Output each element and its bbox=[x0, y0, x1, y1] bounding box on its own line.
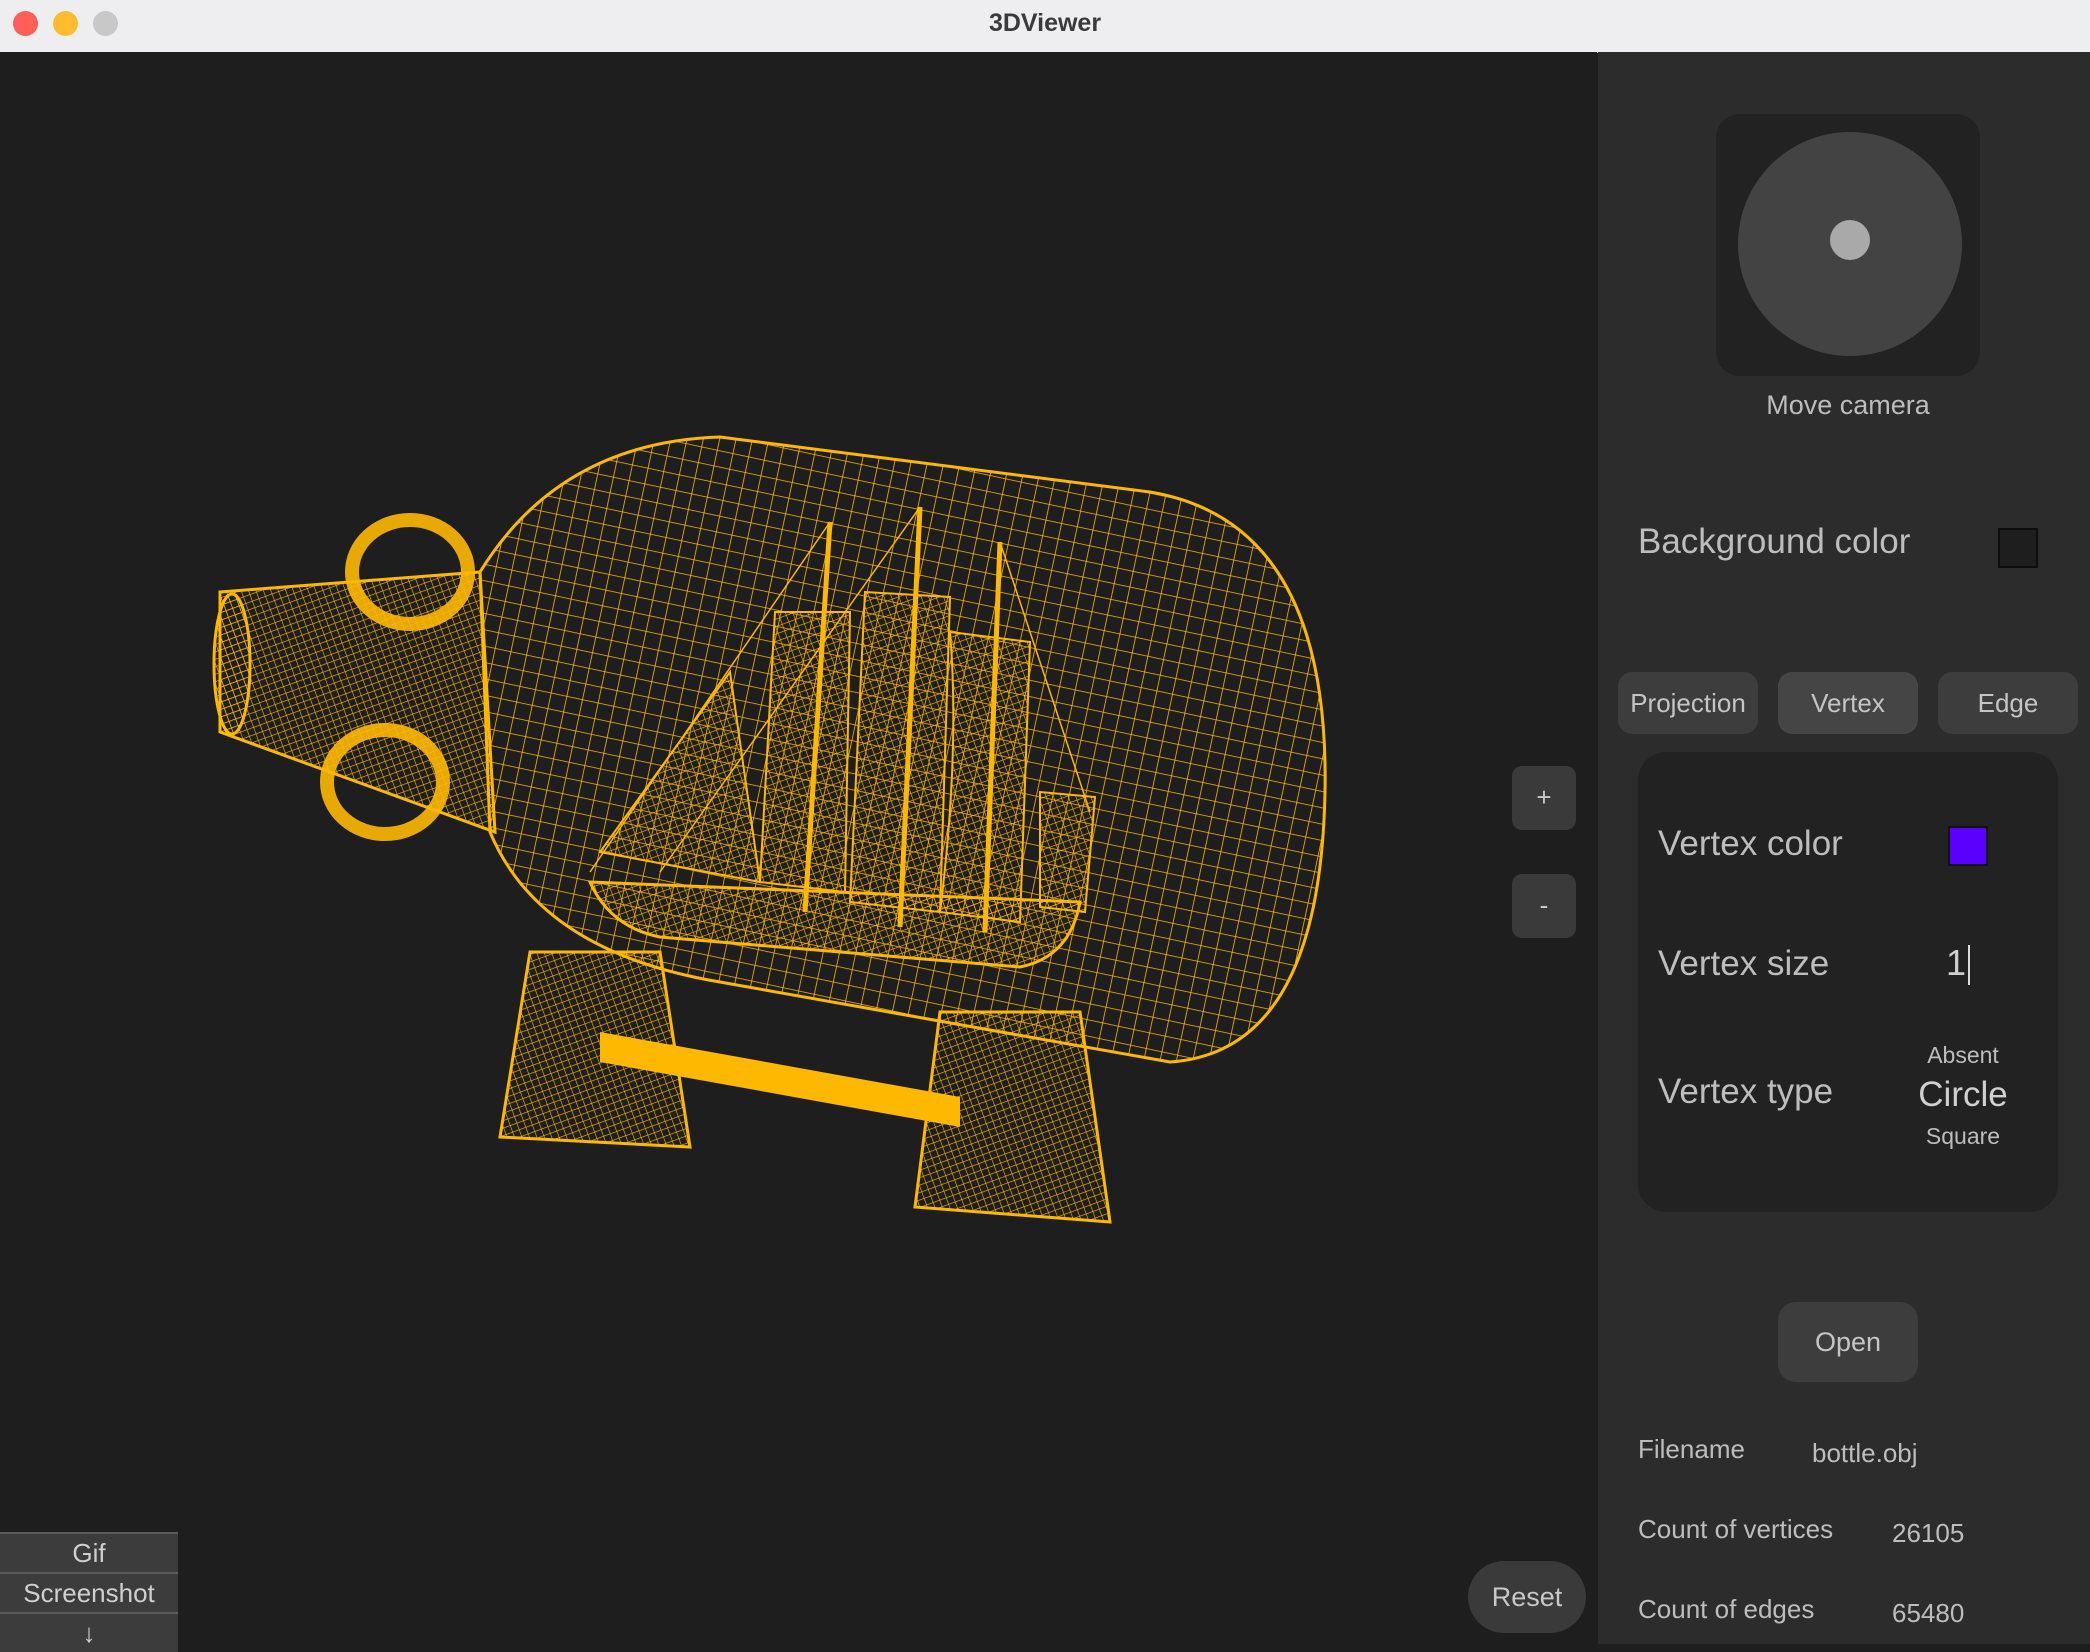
joystick-base bbox=[1738, 132, 1962, 356]
tab-edge[interactable]: Edge bbox=[1938, 672, 2078, 734]
edges-count-value: 65480 bbox=[1892, 1598, 1965, 1628]
ship-rigging bbox=[1039, 790, 1097, 914]
title-bar: 3DViewer bbox=[0, 0, 2090, 53]
vertex-color-label: Vertex color bbox=[1658, 824, 1843, 863]
model-viewport[interactable]: + - bbox=[0, 52, 1597, 1644]
vertices-count-value: 26105 bbox=[1892, 1518, 1965, 1548]
wireframe-model bbox=[212, 435, 1327, 1224]
vertices-count-label: Count of vertices bbox=[1638, 1514, 1834, 1544]
filename-value: bottle.obj bbox=[1812, 1438, 1918, 1468]
gif-button[interactable]: Gif bbox=[0, 1532, 178, 1572]
vertex-type-option-absent[interactable]: Absent bbox=[1888, 1042, 2038, 1069]
joystick-knob[interactable] bbox=[1830, 220, 1870, 260]
vertex-size-label: Vertex size bbox=[1658, 944, 1830, 983]
settings-sidebar: Move camera Background color Projection … bbox=[1598, 52, 2090, 1644]
ship-sails bbox=[758, 611, 852, 894]
vertex-size-input[interactable]: 1 bbox=[1946, 942, 1971, 986]
open-file-button[interactable]: Open bbox=[1778, 1302, 1918, 1382]
vertex-type-picker[interactable]: Absent Circle Square bbox=[1888, 1042, 2038, 1150]
window-title: 3DViewer bbox=[988, 9, 1102, 37]
screenshot-button[interactable]: Screenshot bbox=[0, 1572, 178, 1612]
vertex-type-option-square[interactable]: Square bbox=[1888, 1123, 2038, 1150]
ship-sails bbox=[938, 630, 1032, 924]
vertex-size-value: 1 bbox=[1946, 942, 1967, 983]
background-color-label: Background color bbox=[1638, 522, 1911, 561]
export-menu: Gif Screenshot ↓ bbox=[0, 1532, 178, 1652]
vertex-type-option-circle[interactable]: Circle bbox=[1888, 1075, 2038, 1115]
camera-joystick[interactable] bbox=[1716, 114, 1980, 376]
text-caret bbox=[1968, 945, 1971, 986]
ship-sails bbox=[848, 590, 952, 914]
camera-label: Move camera bbox=[1766, 390, 1930, 420]
zoom-in-button[interactable]: + bbox=[1512, 766, 1576, 830]
vertex-settings-panel: Vertex color Vertex size 1 Vertex type A… bbox=[1638, 752, 2058, 1212]
vertex-color-swatch[interactable] bbox=[1948, 826, 1988, 866]
expand-export-button[interactable]: ↓ bbox=[0, 1612, 178, 1652]
reset-button[interactable]: Reset bbox=[1468, 1561, 1586, 1633]
vertex-type-label: Vertex type bbox=[1658, 1072, 1834, 1111]
background-color-swatch[interactable] bbox=[1998, 528, 2038, 568]
bottle-mouth bbox=[212, 592, 252, 736]
tab-vertex[interactable]: Vertex bbox=[1778, 672, 1918, 734]
tab-projection[interactable]: Projection bbox=[1618, 672, 1758, 734]
filename-label: Filename bbox=[1638, 1434, 1745, 1464]
zoom-out-button[interactable]: - bbox=[1512, 874, 1576, 938]
edges-count-label: Count of edges bbox=[1638, 1594, 1815, 1624]
